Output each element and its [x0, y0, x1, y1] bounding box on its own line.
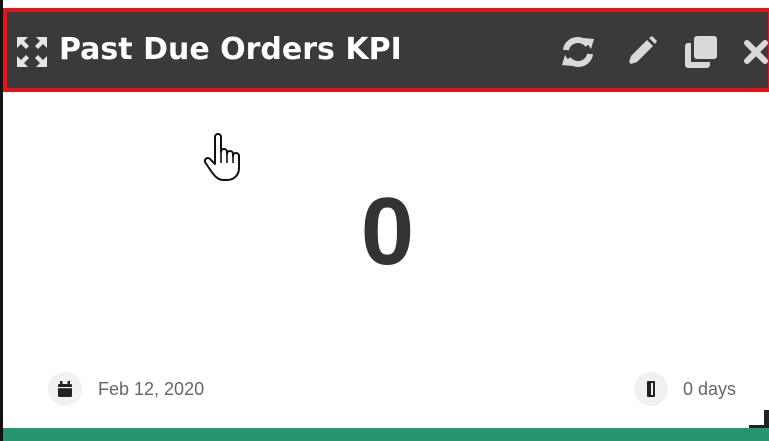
widget-header: Past Due Orders KPI: [3, 8, 769, 92]
duration-badge: [634, 372, 668, 406]
clone-icon[interactable]: [683, 35, 719, 69]
widget-date: Feb 12, 2020: [98, 379, 205, 399]
hourglass-icon: [645, 380, 657, 398]
hand-cursor-icon: [203, 132, 247, 182]
expand-icon[interactable]: [15, 35, 49, 69]
kpi-value: 0: [360, 178, 415, 285]
widget-footer-bar: [3, 428, 769, 441]
resize-handle-icon[interactable]: [749, 410, 769, 430]
pencil-icon[interactable]: [622, 35, 658, 69]
widget-title: Past Due Orders KPI: [59, 32, 402, 67]
calendar-icon: [56, 380, 74, 398]
close-icon[interactable]: [741, 35, 769, 69]
refresh-icon[interactable]: [560, 35, 596, 69]
kpi-widget: Past Due Orders KPI 0 Feb 12, 2020 0 day…: [0, 0, 769, 441]
date-badge: [48, 372, 82, 406]
widget-duration: 0 days: [683, 379, 737, 399]
